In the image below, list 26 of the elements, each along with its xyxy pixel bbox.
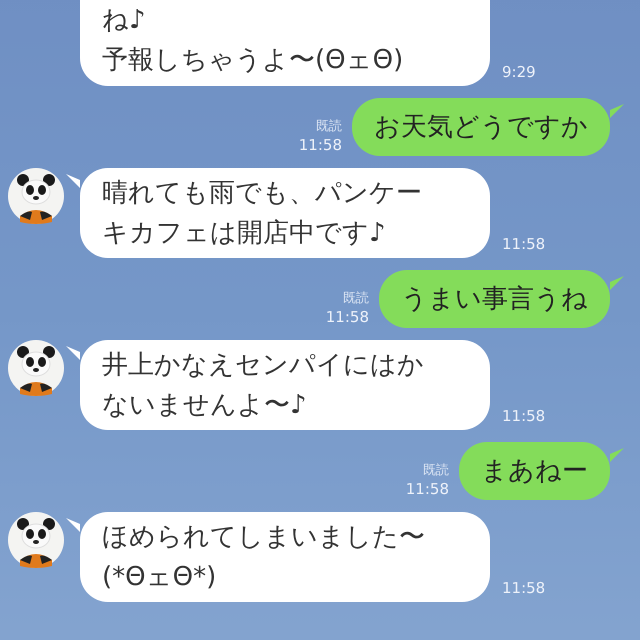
message-time: 11:58	[502, 407, 546, 425]
bubble-tail	[66, 174, 80, 188]
message-time: 11:58	[406, 480, 449, 498]
panda-avatar-icon[interactable]	[8, 340, 64, 396]
bubble-tail	[610, 448, 624, 462]
message-time: 11:58	[298, 136, 342, 154]
incoming-message-bubble: ほめられてしまいました〜 (*ΘェΘ*)	[80, 512, 490, 602]
bubble-tail	[66, 518, 80, 532]
outgoing-message-bubble: まあねー	[459, 442, 610, 500]
message-time: 11:58	[502, 579, 546, 597]
bubble-tail	[610, 104, 624, 118]
outgoing-message-bubble: お天気どうですか	[352, 98, 610, 156]
read-receipt: 既読	[343, 290, 369, 308]
read-receipt: 既読	[423, 462, 449, 480]
bubble-tail	[610, 276, 624, 290]
bubble-tail	[66, 346, 80, 360]
panda-avatar-icon[interactable]	[8, 512, 64, 568]
incoming-message-bubble: ね♪ 予報しちゃうよ〜(ΘェΘ)	[80, 0, 490, 86]
incoming-message-bubble: 晴れても雨でも、パンケー キカフェは開店中です♪	[80, 168, 490, 258]
message-time: 11:58	[502, 235, 546, 253]
outgoing-message-bubble: うまい事言うね	[379, 270, 610, 328]
message-time: 9:29	[502, 63, 536, 81]
read-receipt: 既読	[316, 118, 342, 136]
message-time: 11:58	[326, 308, 369, 326]
panda-avatar-icon[interactable]	[8, 168, 64, 224]
incoming-message-bubble: 井上かなえセンパイにはか ないませんよ〜♪	[80, 340, 490, 430]
